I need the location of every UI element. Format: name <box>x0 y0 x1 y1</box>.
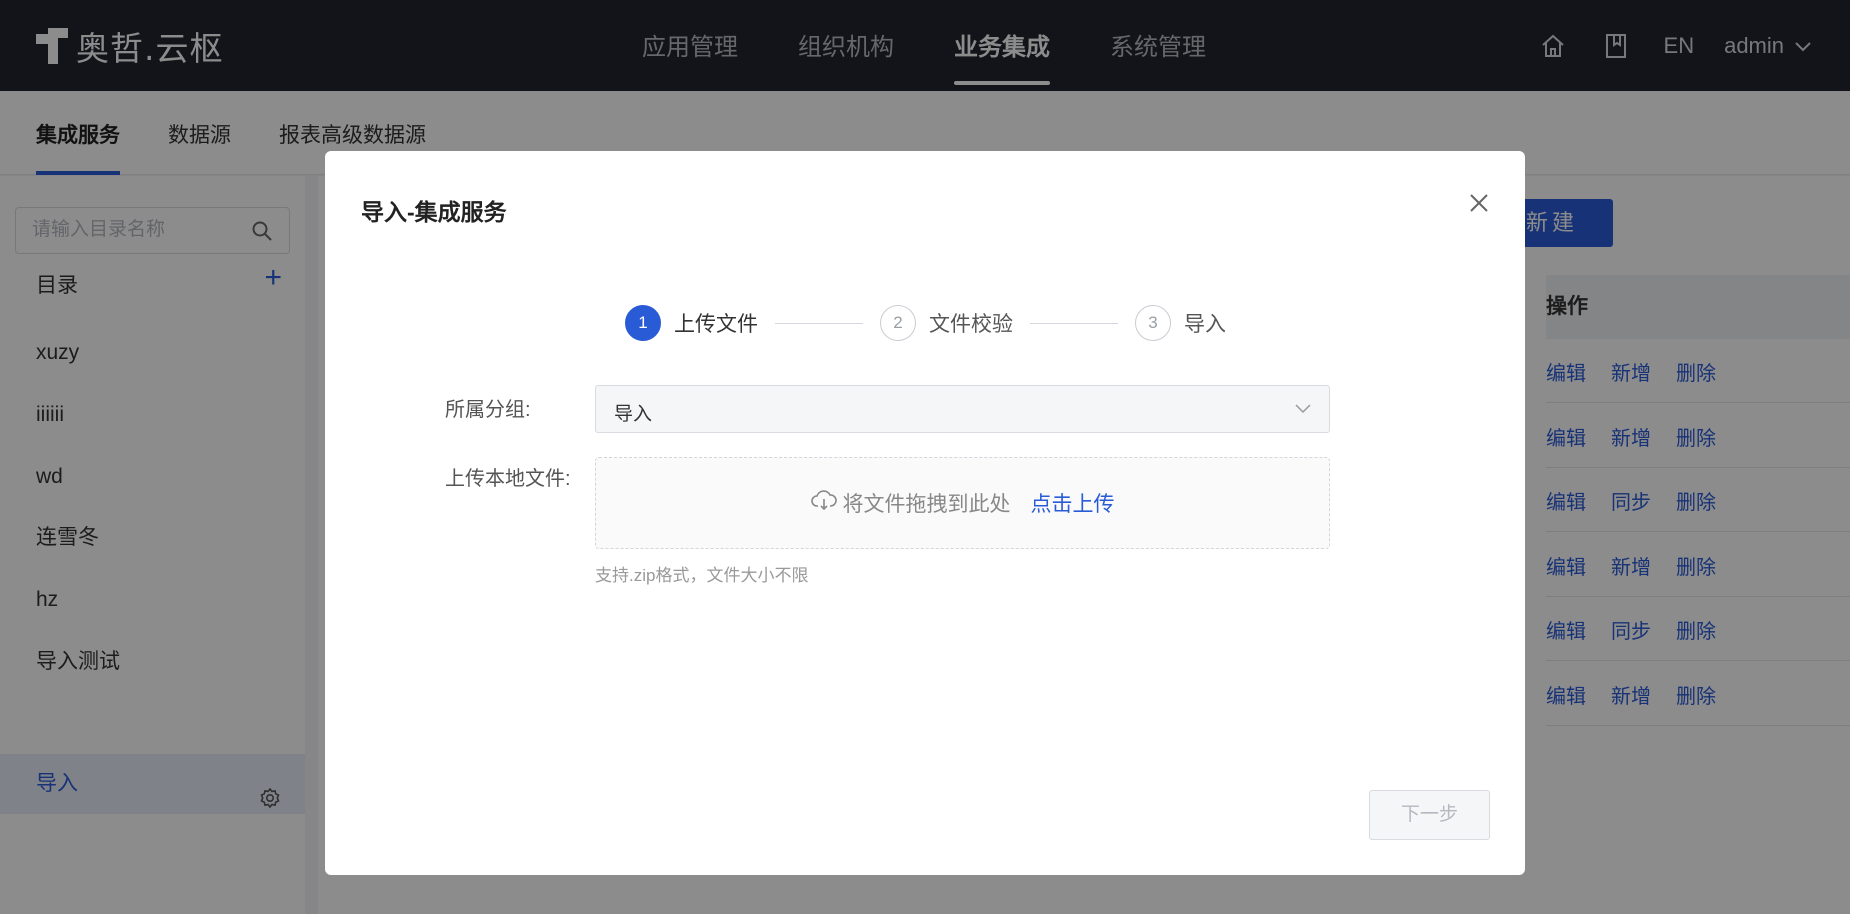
step-label: 文件校验 <box>929 313 1013 336</box>
drop-text: 将文件拖拽到此处 <box>842 493 1011 516</box>
group-label: 所属分组: <box>445 399 531 421</box>
close-icon[interactable] <box>1467 191 1491 215</box>
step-file-check: 2 文件校验 <box>880 305 1013 341</box>
step-number: 1 <box>625 305 661 341</box>
step-number: 3 <box>1135 305 1171 341</box>
step-upload-file: 1 上传文件 <box>625 305 758 341</box>
step-connector <box>1030 322 1118 324</box>
step-import: 3 导入 <box>1135 305 1226 341</box>
import-steps: 1 上传文件 2 文件校验 3 导入 <box>625 304 1226 342</box>
step-number: 2 <box>880 305 916 341</box>
upload-label: 上传本地文件: <box>445 468 571 490</box>
step-label: 上传文件 <box>674 313 758 336</box>
group-select-value: 导入 <box>614 404 653 425</box>
click-upload-link[interactable]: 点击上传 <box>1031 488 1115 518</box>
cloud-upload-icon <box>810 489 837 517</box>
group-select[interactable]: 导入 <box>595 385 1330 433</box>
step-label: 导入 <box>1184 313 1226 336</box>
next-step-button[interactable]: 下一步 <box>1369 790 1490 840</box>
chevron-down-icon <box>1295 402 1311 420</box>
dialog-title: 导入-集成服务 <box>361 199 507 225</box>
step-connector <box>775 322 863 324</box>
upload-dropzone[interactable]: 将文件拖拽到此处 点击上传 <box>595 457 1330 549</box>
upload-hint: 支持.zip格式，文件大小不限 <box>595 566 809 585</box>
import-dialog: 导入-集成服务 1 上传文件 2 文件校验 3 导入 所属分组: 导入 上传本地… <box>325 151 1525 875</box>
